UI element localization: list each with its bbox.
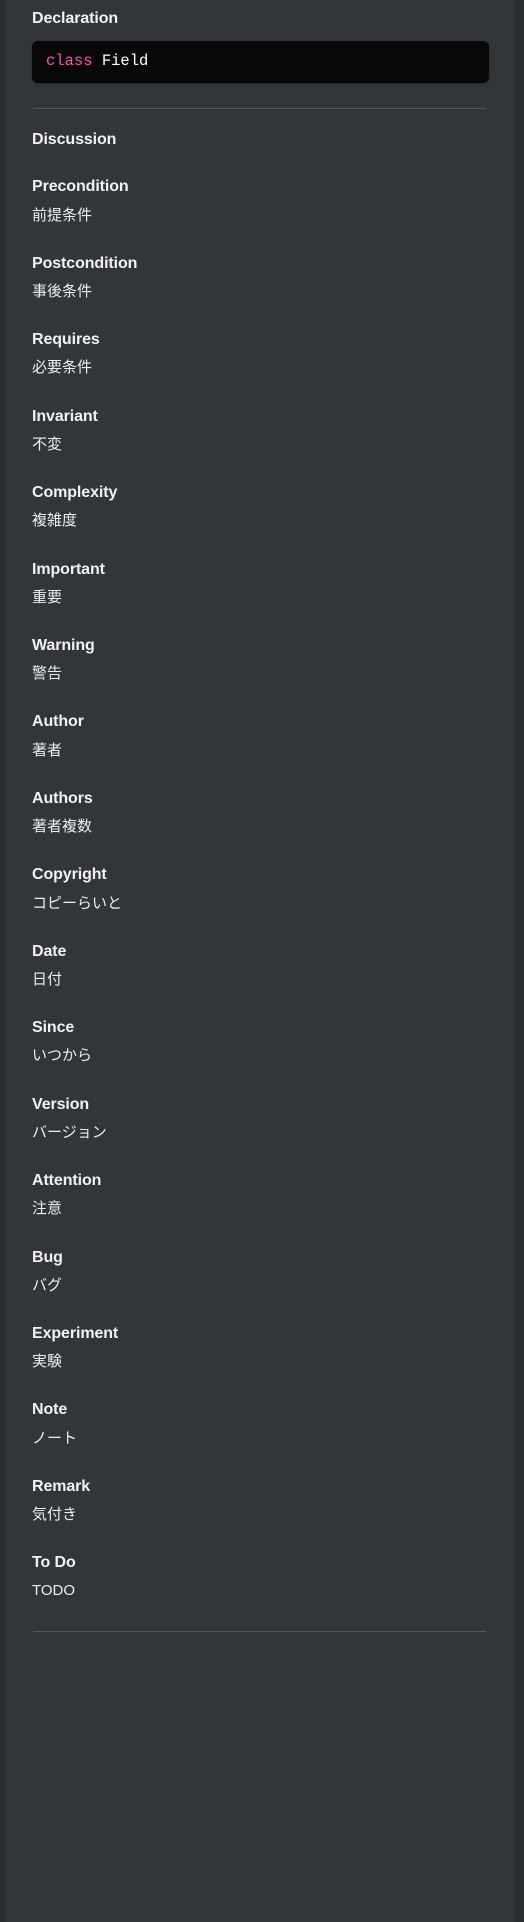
term-group: Warning 警告 [32,636,489,684]
term-label: Note [32,1401,68,1419]
term-group: Remark 気付き [32,1477,489,1525]
term-label: Remark [32,1477,91,1495]
documentation-panel: Declaration class Field Discussion Preco… [0,0,524,1922]
term-value: いつから [32,1047,93,1065]
term-label: Postcondition [32,254,138,272]
term-group: Attention 注意 [32,1171,489,1219]
term-group: Copyright コピーらいと [32,865,489,913]
section-divider [33,108,486,110]
term-label: Experiment [32,1324,119,1342]
term-value: バージョン [32,1123,107,1141]
term-label: Precondition [32,178,129,196]
term-label: Warning [32,637,95,654]
term-group: Date 日付 [32,942,489,990]
term-group: Version バージョン [32,1095,489,1143]
code-identifier: Field [101,52,149,70]
term-label: Bug [32,1248,63,1266]
code-keyword: class [46,52,93,70]
term-group: Complexity 複雑度 [32,483,489,531]
term-group: Important 重要 [32,560,489,608]
term-value: コピーらいと [32,894,123,912]
term-group: To Do TODO [32,1553,489,1601]
term-group: Author 著者 [32,712,489,760]
term-value: 不変 [32,435,63,453]
term-value: 複雑度 [32,512,78,530]
term-group: Requires 必要条件 [32,330,489,378]
term-label: Copyright [32,866,107,884]
term-group: Bug バグ [32,1248,489,1296]
term-label: Authors [32,789,93,807]
documentation-content: Declaration class Field Discussion Preco… [5,0,515,1922]
term-label: Version [32,1095,90,1113]
term-group: Experiment 実験 [32,1324,489,1372]
term-value: 気付き [32,1506,78,1523]
term-value: 著者 [32,741,63,759]
term-group: Note ノート [32,1400,489,1448]
term-value: 事後条件 [32,283,93,300]
term-label: To Do [32,1554,76,1572]
term-label: Since [32,1019,75,1037]
term-group: Authors 著者複数 [32,789,489,837]
term-group: Precondition 前提条件 [32,177,489,225]
declaration-heading: Declaration [32,10,119,27]
term-value: 必要条件 [32,359,93,377]
term-group: Invariant 不変 [32,407,489,455]
term-label: Author [32,713,84,731]
declaration-code-line: class Field [46,52,148,71]
declaration-code-block[interactable]: class Field [32,41,489,84]
term-value: 警告 [32,665,63,683]
term-value: バグ [32,1276,63,1294]
term-label: Attention [32,1172,102,1190]
term-label: Complexity [32,484,118,502]
term-value: 重要 [32,588,63,606]
term-value: TODO [32,1582,76,1600]
term-label: Requires [32,331,100,349]
term-label: Invariant [32,407,98,425]
discussion-term-list: Precondition 前提条件 Postcondition 事後条件 Req… [32,177,489,1601]
term-value: 日付 [32,970,63,988]
term-value: 実験 [32,1353,63,1371]
term-group: Since いつから [32,1018,489,1066]
discussion-heading: Discussion [32,131,117,149]
bottom-divider [33,1630,486,1632]
term-value: ノート [32,1429,78,1447]
term-label: Date [32,942,67,960]
term-value: 前提条件 [32,206,93,224]
term-value: 著者複数 [32,818,93,836]
term-value: 注意 [32,1200,63,1218]
term-label: Important [32,560,105,578]
term-group: Postcondition 事後条件 [32,254,489,302]
